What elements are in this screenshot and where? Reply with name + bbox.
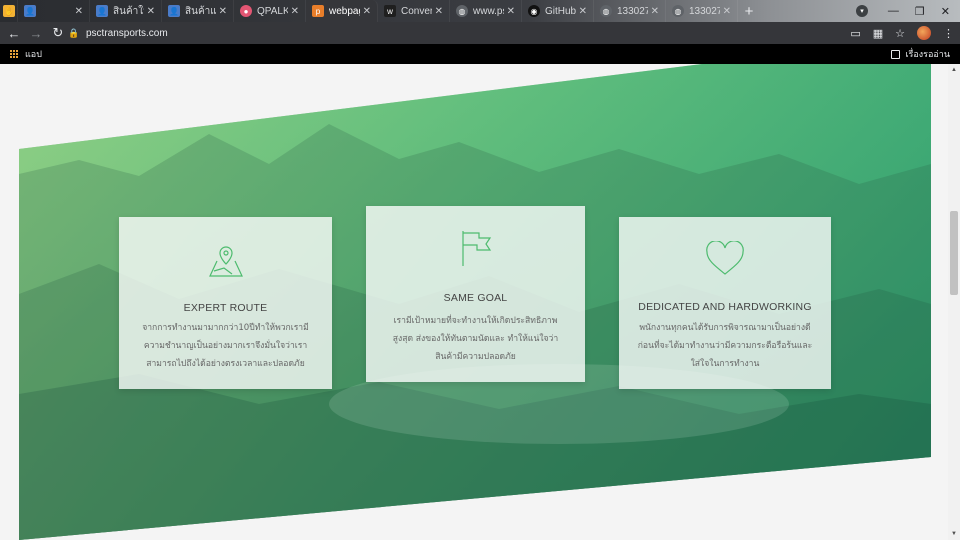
feature-description: พนักงานทุกคนได้รับการพิจารณามาเป็นอย่างด… (635, 319, 815, 373)
tab-10[interactable]: ◍ 1330277 ✕ (666, 0, 738, 22)
map-route-icon (206, 244, 246, 283)
tab-2[interactable]: 👤 สินค้าในบ... ✕ (90, 0, 162, 22)
new-tab-button[interactable]: + (738, 0, 760, 22)
scroll-up-icon[interactable]: ▲ (948, 64, 960, 76)
forward-icon[interactable]: → (25, 22, 47, 44)
scrollbar-thumb[interactable] (950, 211, 958, 295)
cast-icon[interactable]: ▭ (850, 27, 860, 40)
close-icon[interactable]: ✕ (147, 6, 155, 17)
heart-icon (705, 240, 745, 282)
circle-icon: ● (240, 5, 252, 17)
tab-label: QPALKI... (257, 5, 288, 17)
feature-card-same-goal: SAME GOAL เรามีเป้าหมายที่จะทำงานให้เกิด… (366, 206, 585, 382)
description-line: สูงสุด ส่งของให้ทันตามนัดและ ทำให้แน่ใจว… (392, 334, 559, 344)
scroll-down-icon[interactable]: ▼ (948, 528, 960, 540)
feature-description: เรามีเป้าหมายที่จะทำงานให้เกิดประสิทธิภา… (382, 312, 569, 366)
browser-toolbar: ← → ↻ 🔒 psctransports.com ▭ ▦ ☆ ⋮ (0, 22, 960, 44)
tab-4[interactable]: ● QPALKI... ✕ (234, 0, 306, 22)
close-window-icon[interactable]: ✕ (941, 5, 950, 18)
close-icon[interactable]: ✕ (219, 6, 227, 17)
description-line: สินค้ามีความปลอดภัย (435, 352, 516, 362)
menu-icon[interactable]: ⋮ (943, 27, 954, 40)
star-icon[interactable]: ☆ (895, 27, 905, 40)
tab-label: GitHub (545, 5, 576, 17)
tab-strip: ✋ 👤 ✕ 👤 สินค้าในบ... ✕ 👤 สินค้าและ ✕ ● Q… (0, 0, 960, 22)
close-icon[interactable]: ✕ (507, 6, 515, 17)
close-icon[interactable]: ✕ (651, 6, 659, 17)
tab-9[interactable]: ◍ 1330278 ✕ (594, 0, 666, 22)
qr-icon[interactable]: ▦ (873, 27, 883, 40)
flag-icon (457, 228, 495, 273)
tab-8[interactable]: ◉ GitHub ✕ (522, 0, 594, 22)
globe-icon: ◍ (600, 5, 612, 17)
psc-icon: p (312, 5, 324, 17)
reading-list-icon (891, 49, 901, 59)
feature-description: จากการทำงานมามากกว่า10ปีทำให้พวกเรามี คว… (135, 319, 316, 373)
tab-label: Convert (401, 5, 432, 17)
feature-card-expert-route: EXPERT ROUTE จากการทำงานมามากกว่า10ปีทำใ… (119, 217, 332, 389)
bookmarks-bar: แอป เรื่องรออ่าน (0, 44, 960, 64)
tab-label: webpage (329, 5, 360, 17)
maximize-icon[interactable]: ❐ (915, 5, 925, 18)
user-icon: 👤 (24, 5, 36, 17)
tab-0[interactable]: ✋ (0, 0, 18, 22)
user-icon: 👤 (96, 5, 108, 17)
description-line: ใส่ใจในการทำงาน (690, 359, 760, 369)
back-icon[interactable]: ← (3, 22, 25, 44)
hand-icon: ✋ (3, 5, 15, 17)
lock-icon: 🔒 (68, 27, 80, 38)
feature-title: SAME GOAL (443, 292, 508, 304)
feature-card-dedicated: DEDICATED AND HARDWORKING พนักงานทุกคนได… (619, 217, 831, 389)
description-line: จากการทำงานมามากกว่า10ปีทำให้พวกเรามี (142, 323, 309, 333)
globe-icon: ◍ (456, 5, 468, 17)
close-icon[interactable]: ✕ (363, 6, 371, 17)
close-icon[interactable]: ✕ (75, 6, 83, 17)
tab-5[interactable]: p webpage ✕ (306, 0, 378, 22)
url-text: psctransports.com (86, 27, 168, 39)
user-icon: 👤 (168, 5, 180, 17)
toolbar-actions: ▭ ▦ ☆ ⋮ (850, 22, 954, 44)
wp-icon: w (384, 5, 396, 17)
feature-title: DEDICATED AND HARDWORKING (638, 301, 812, 313)
close-icon[interactable]: ✕ (435, 6, 443, 17)
reload-icon[interactable]: ↻ (47, 22, 69, 44)
reading-list-button[interactable]: เรื่องรออ่าน (891, 47, 950, 61)
window-controls: ▾ — ❐ ✕ (856, 0, 960, 22)
description-line: สามารถไปถึงได้อย่างตรงเวลาและปลอดภัย (146, 359, 305, 369)
description-line: พนักงานทุกคนได้รับการพิจารณามาเป็นอย่างด… (639, 323, 811, 333)
apps-label[interactable]: แอป (25, 47, 42, 61)
minimize-icon[interactable]: — (888, 5, 899, 17)
github-icon: ◉ (528, 5, 540, 17)
tab-label: สินค้าในบ... (113, 5, 144, 17)
tab-search-icon[interactable]: ▾ (856, 5, 868, 17)
feature-title: EXPERT ROUTE (183, 302, 268, 314)
globe-icon: ◍ (672, 5, 684, 17)
close-icon[interactable]: ✕ (723, 6, 731, 17)
page-viewport: EXPERT ROUTE จากการทำงานมามากกว่า10ปีทำใ… (0, 64, 948, 540)
tab-6[interactable]: w Convert ✕ (378, 0, 450, 22)
description-line: ความชำนาญเป็นอย่างมากเราจึงมั่นใจว่าเรา (143, 341, 308, 351)
profile-avatar[interactable] (917, 26, 931, 40)
tab-label: สินค้าและ (185, 5, 216, 17)
close-icon[interactable]: ✕ (579, 6, 587, 17)
tab-label: www.ps (473, 5, 504, 17)
tab-1[interactable]: 👤 ✕ (18, 0, 90, 22)
tab-3[interactable]: 👤 สินค้าและ ✕ (162, 0, 234, 22)
page-scrollbar[interactable]: ▲ ▼ (948, 64, 960, 540)
description-line: ก่อนที่จะได้มาทำงานว่ามีความกระตือรือร้น… (637, 341, 813, 351)
reading-list-label: เรื่องรออ่าน (905, 49, 950, 59)
tab-label: 1330277 (689, 5, 720, 17)
description-line: เรามีเป้าหมายที่จะทำงานให้เกิดประสิทธิภา… (393, 316, 558, 326)
close-icon[interactable]: ✕ (291, 6, 299, 17)
address-bar[interactable]: 🔒 psctransports.com (68, 24, 848, 42)
tab-label: 1330278 (617, 5, 648, 17)
tab-7[interactable]: ◍ www.ps ✕ (450, 0, 522, 22)
apps-grid-icon[interactable] (10, 49, 19, 59)
